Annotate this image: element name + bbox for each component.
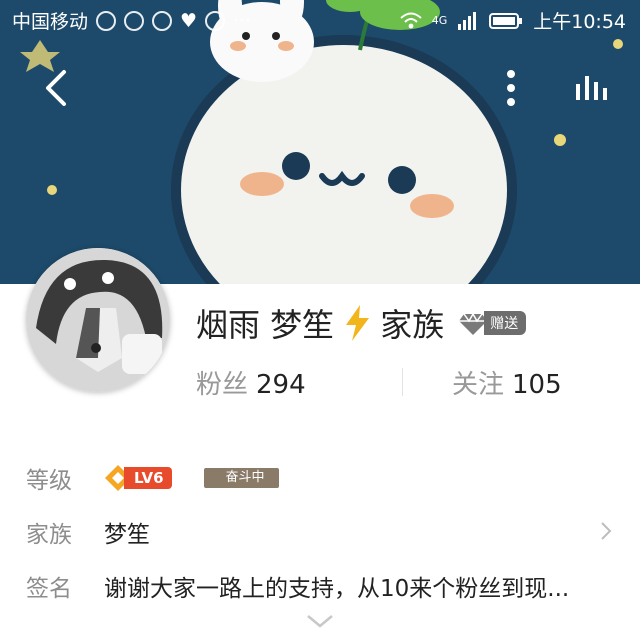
stats-bars-icon [576, 76, 607, 100]
chevron-right-icon [601, 522, 612, 540]
lightning-icon [346, 305, 370, 341]
chevron-down-icon [307, 615, 333, 628]
expand-button[interactable] [304, 612, 336, 634]
more-notifications-icon: ··· [233, 9, 252, 32]
fans-count: 294 [256, 370, 306, 400]
follow-stat[interactable]: 关注 105 [452, 364, 562, 401]
nickname: 烟雨 梦笙 [196, 306, 335, 344]
status-badge-text: 奋斗中 [225, 470, 265, 485]
family-value: 梦笙 [104, 522, 150, 548]
status-left: 中国移动 ♥ ··· [12, 7, 251, 34]
clock: 上午10:54 [533, 11, 626, 33]
carrier-name: 中国移动 [12, 11, 89, 33]
fans-label: 粉丝 [196, 370, 249, 400]
banner-illustration [0, 0, 640, 284]
gift-badge[interactable]: 赠送 [458, 310, 527, 336]
signal-icon [458, 11, 477, 30]
status-badge: 奋斗中 [203, 468, 279, 488]
back-arrow-icon [46, 70, 66, 106]
follow-count: 105 [512, 370, 562, 400]
notification-icon [205, 10, 226, 31]
level-badge[interactable]: LV6 [104, 464, 172, 492]
family-label: 家族 [26, 522, 72, 548]
signature-value: 谢谢大家一路上的支持，从10来个粉丝到现... [104, 576, 570, 602]
stats-divider [402, 368, 403, 396]
notification-icon [96, 10, 117, 31]
notification-icon [152, 10, 173, 31]
family-row[interactable]: 家族 梦笙 [26, 514, 150, 550]
stats-button[interactable] [570, 68, 618, 108]
profile-banner [0, 0, 640, 284]
back-button[interactable] [36, 66, 80, 110]
status-bar: 中国移动 ♥ ··· 4G 上午10:54 [0, 0, 640, 40]
family-suffix: 家族 [380, 306, 445, 344]
nickname-row: 烟雨 梦笙 家族 赠送 [196, 300, 527, 346]
fans-stat[interactable]: 粉丝 294 [196, 364, 306, 401]
more-options-button[interactable] [496, 64, 526, 112]
signature-label: 签名 [26, 576, 72, 602]
notification-icon [124, 10, 145, 31]
network-type: 4G [431, 14, 448, 27]
gift-badge-label: 赠送 [484, 311, 527, 335]
level-row: 等级 LV6 奋斗中 [26, 460, 279, 496]
follow-label: 关注 [452, 370, 505, 400]
wifi-icon [400, 12, 422, 28]
more-vertical-icon [507, 70, 515, 106]
family-chevron[interactable] [598, 520, 614, 546]
avatar-photo [26, 248, 170, 392]
status-right: 4G 上午10:54 [400, 7, 626, 34]
avatar[interactable] [26, 248, 170, 392]
battery-icon [489, 12, 523, 29]
level-label: 等级 [26, 468, 72, 494]
level-badge-text: LV6 [124, 467, 172, 489]
heart-icon: ♥ [180, 9, 198, 32]
signature-row: 签名 谢谢大家一路上的支持，从10来个粉丝到现... [26, 568, 569, 604]
